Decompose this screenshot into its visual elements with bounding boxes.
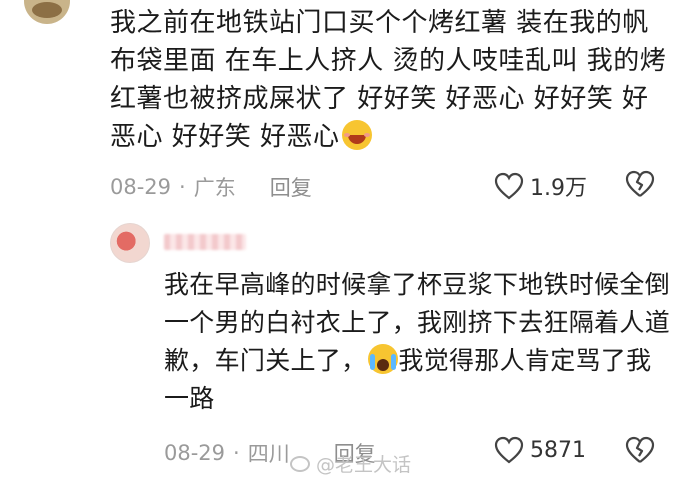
reply-like-button[interactable]: 5871 bbox=[494, 436, 586, 464]
watermark: @老王大话 bbox=[290, 450, 411, 477]
heart-icon bbox=[494, 172, 524, 200]
reply-like-count: 5871 bbox=[530, 437, 586, 463]
reply-location: 四川 bbox=[247, 442, 290, 466]
reply-text: 我在早高峰的时候拿了杯豆浆下地铁时候全倒一个男的白衬衣上了，我刚挤下去狂隔着人道… bbox=[164, 266, 674, 418]
comment-like-count: 1.9万 bbox=[530, 176, 587, 201]
comment-like-button[interactable]: 1.9万 bbox=[494, 170, 587, 202]
reply-dislike-button[interactable] bbox=[624, 436, 656, 468]
reply-avatar[interactable] bbox=[110, 223, 150, 263]
broken-heart-icon bbox=[625, 170, 655, 197]
weibo-logo-icon bbox=[290, 455, 310, 472]
crying-face-icon bbox=[368, 344, 399, 374]
heart-icon bbox=[494, 436, 524, 464]
smiling-face-icon bbox=[341, 120, 372, 150]
reply-username-blurred[interactable] bbox=[164, 234, 246, 250]
comment-text: 我之前在地铁站门口买个个烤红薯 装在我的帆布袋里面 在车上人挤人 烫的人吱哇乱叫… bbox=[110, 4, 670, 156]
watermark-text: @老王大话 bbox=[316, 454, 412, 476]
comment-location: 广东 bbox=[193, 176, 236, 200]
reply-date: 08-29 bbox=[164, 441, 226, 465]
meta-separator: · bbox=[233, 441, 240, 465]
commenter-avatar[interactable] bbox=[24, 0, 70, 24]
meta-separator: · bbox=[179, 175, 186, 199]
comment-meta: 08-29 · 广东 回复 bbox=[110, 172, 312, 202]
comment-body: 我之前在地铁站门口买个个烤红薯 装在我的帆布袋里面 在车上人挤人 烫的人吱哇乱叫… bbox=[110, 8, 667, 152]
comment-date: 08-29 bbox=[110, 175, 172, 199]
broken-heart-icon bbox=[625, 436, 655, 463]
comment-dislike-button[interactable] bbox=[624, 170, 656, 202]
comment-reply-button[interactable]: 回复 bbox=[270, 172, 312, 202]
